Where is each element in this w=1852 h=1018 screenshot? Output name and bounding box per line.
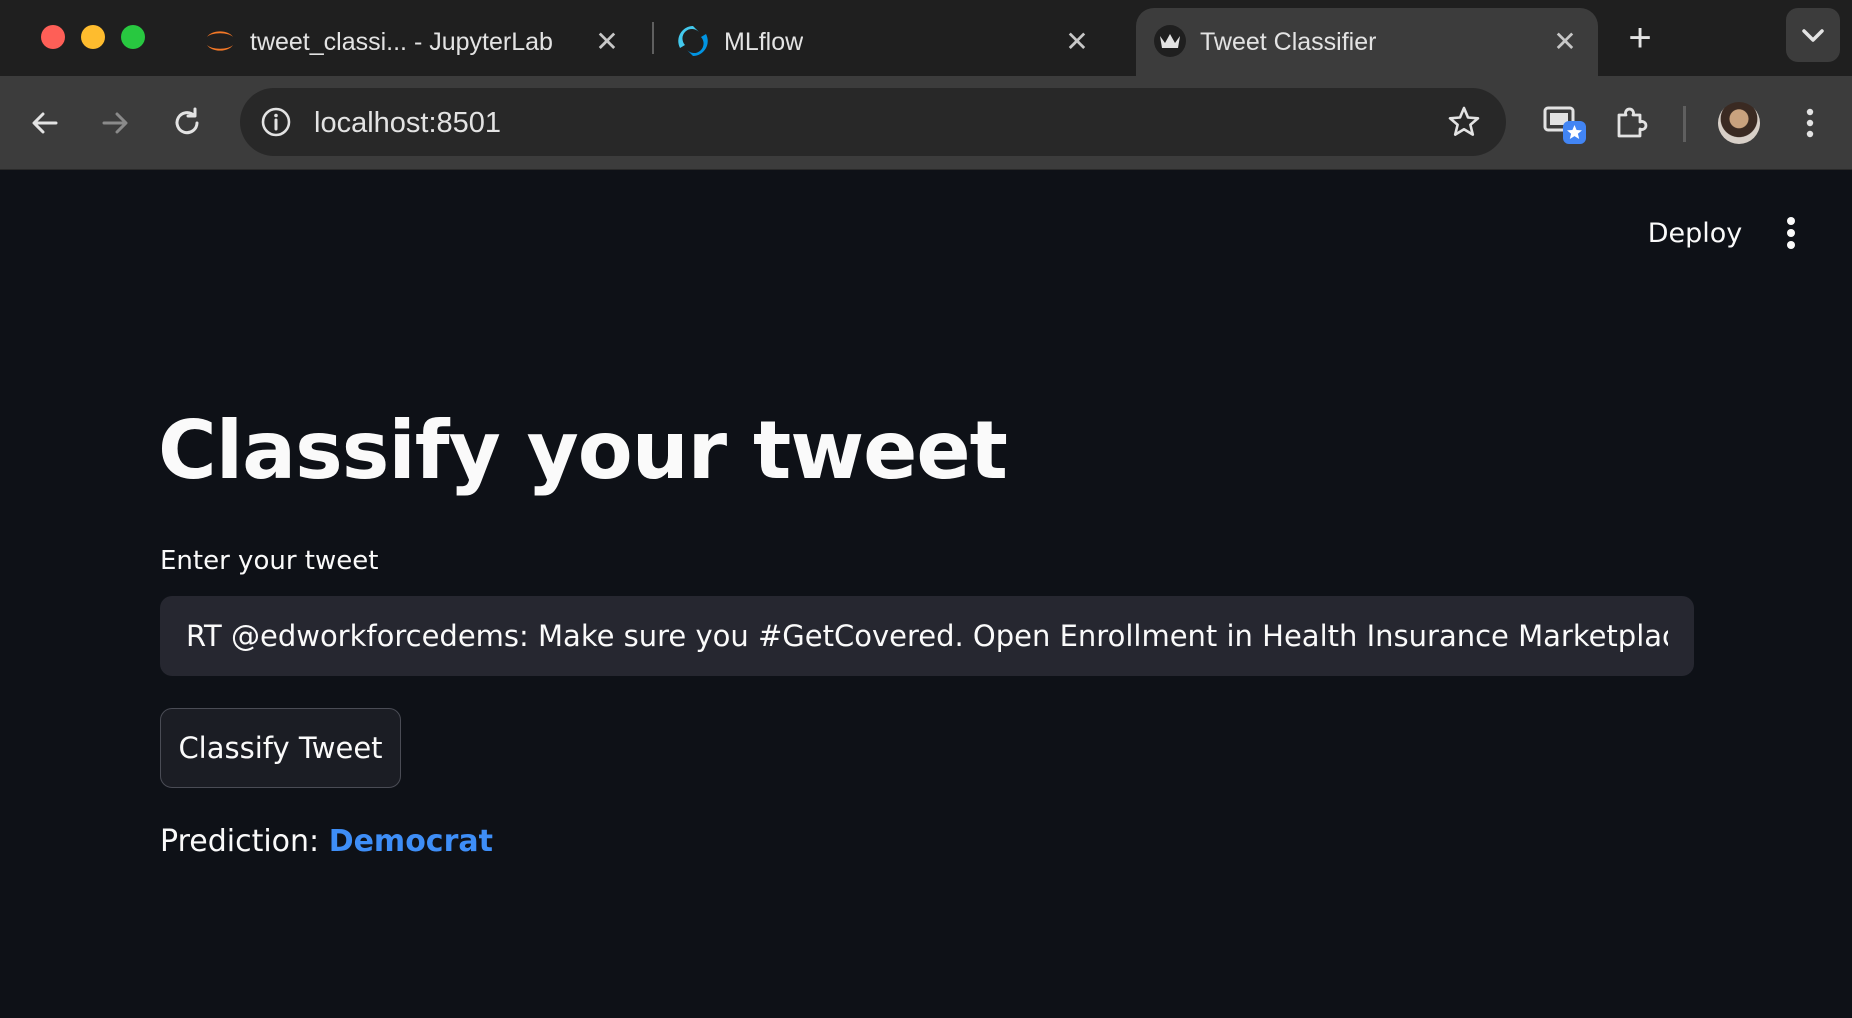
- url-text: localhost:8501: [314, 107, 502, 139]
- classify-tweet-button[interactable]: Classify Tweet: [160, 708, 401, 788]
- close-tab-icon[interactable]: ✕: [1062, 27, 1092, 57]
- main-menu-icon[interactable]: [1776, 214, 1806, 254]
- saved-tab-groups-icon[interactable]: [1542, 100, 1588, 146]
- site-info-icon[interactable]: [260, 106, 292, 138]
- tab-title: Tweet Classifier: [1200, 28, 1377, 56]
- tab-separator: [652, 22, 654, 54]
- tweet-input[interactable]: [160, 596, 1694, 676]
- prediction-result: Prediction: Democrat: [160, 824, 493, 859]
- close-window-button[interactable]: [41, 25, 65, 49]
- profile-avatar[interactable]: [1718, 102, 1760, 144]
- tab-jupyterlab[interactable]: tweet_classi... - JupyterLab ✕: [190, 8, 640, 76]
- prediction-label: Prediction:: [160, 824, 329, 859]
- extensions-puzzle-icon[interactable]: [1612, 104, 1650, 142]
- reload-icon[interactable]: [168, 104, 206, 142]
- tab-title: tweet_classi... - JupyterLab: [250, 28, 553, 56]
- page-title: Classify your tweet: [158, 404, 1008, 497]
- toolbar-divider: [1683, 106, 1686, 142]
- tab-search-button[interactable]: [1786, 8, 1840, 62]
- tab-title: MLflow: [724, 28, 804, 56]
- browser-menu-icon[interactable]: [1790, 104, 1830, 142]
- tweet-input-label: Enter your tweet: [160, 546, 379, 576]
- address-bar[interactable]: localhost:8501: [240, 88, 1506, 156]
- back-icon[interactable]: [26, 104, 64, 142]
- new-tab-button[interactable]: +: [1620, 18, 1660, 58]
- streamlit-crown-icon: [1154, 25, 1186, 57]
- close-tab-icon[interactable]: ✕: [592, 27, 622, 57]
- deploy-button[interactable]: Deploy: [1640, 214, 1750, 254]
- browser-toolbar: localhost:8501: [0, 76, 1852, 170]
- minimize-window-button[interactable]: [81, 25, 105, 49]
- bookmark-star-icon[interactable]: [1446, 104, 1482, 140]
- streamlit-app: Deploy Classify your tweet Enter your tw…: [0, 170, 1852, 1018]
- tab-strip: tweet_classi... - JupyterLab ✕ MLflow ✕ …: [0, 0, 1852, 76]
- tab-tweet-classifier[interactable]: Tweet Classifier ✕: [1136, 8, 1598, 76]
- forward-icon[interactable]: [96, 104, 134, 142]
- chevron-down-icon: [1802, 29, 1824, 42]
- maximize-window-button[interactable]: [121, 25, 145, 49]
- mlflow-icon: [678, 26, 708, 56]
- close-tab-icon[interactable]: ✕: [1550, 27, 1580, 57]
- jupyter-icon: [207, 31, 233, 51]
- prediction-value: Democrat: [328, 824, 493, 859]
- tab-mlflow[interactable]: MLflow ✕: [660, 8, 1110, 76]
- browser-window: tweet_classi... - JupyterLab ✕ MLflow ✕ …: [0, 0, 1852, 1018]
